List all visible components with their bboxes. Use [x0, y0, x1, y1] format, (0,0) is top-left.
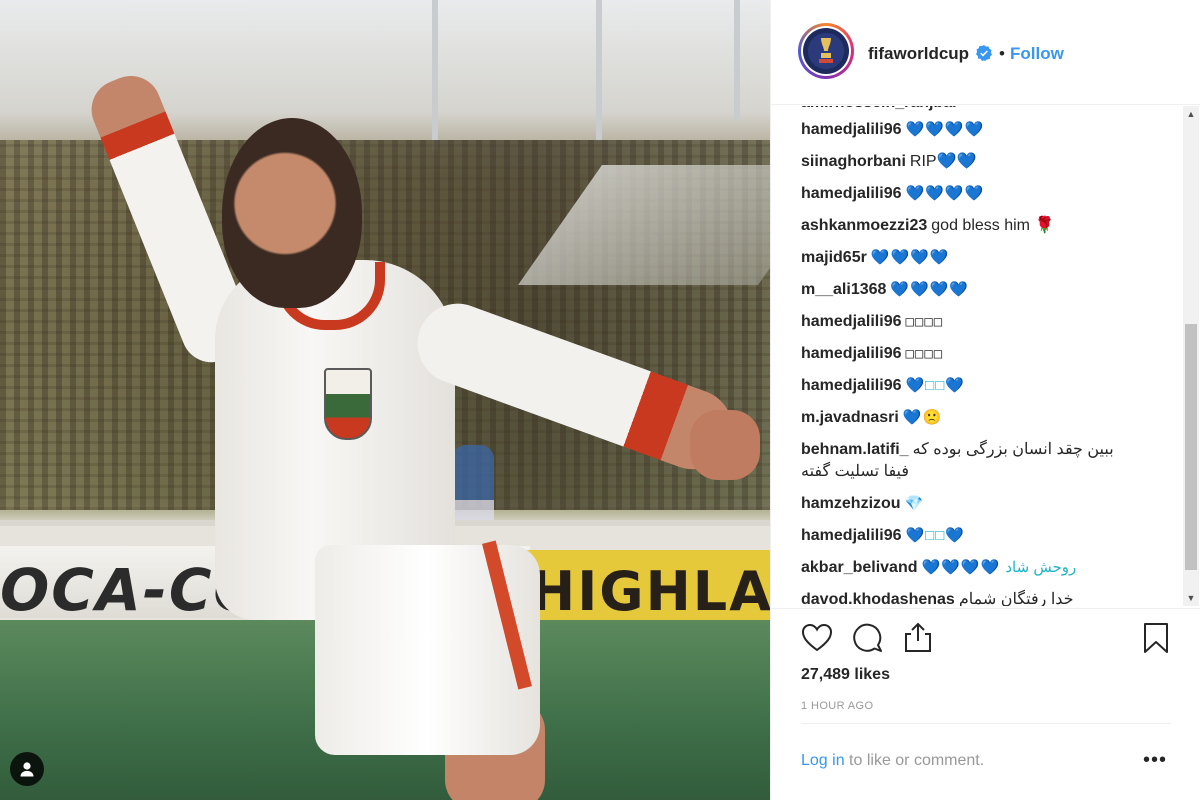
login-link[interactable]: Log in [801, 752, 845, 769]
comment-username[interactable]: akbar_belivand [801, 559, 918, 576]
login-prompt: Log in to like or comment. ••• [801, 723, 1171, 801]
world-cup-logo [803, 28, 849, 74]
verified-badge-icon [976, 45, 992, 61]
share-icon[interactable] [901, 621, 935, 655]
comment-username[interactable]: davod.khodashenas [801, 591, 955, 606]
comment-text: 💙💙💙💙 [890, 281, 970, 298]
comment-item: hamedjalili96 💙💙💙💙 [801, 119, 984, 141]
account-username[interactable]: fifaworldcup [868, 44, 969, 64]
follow-button[interactable]: Follow [1010, 44, 1064, 64]
comment-item: hamedjalili96 💙□□💙 [801, 525, 965, 547]
comment-username[interactable]: hamedjalili96 [801, 313, 902, 330]
scroll-up-arrow-icon[interactable]: ▲ [1183, 106, 1199, 122]
header-separator: • [999, 44, 1005, 63]
comment-item: ashkanmoezzi23 god bless him 🌹 [801, 215, 1054, 237]
avatar-ring [801, 26, 851, 76]
comment-username[interactable]: ashkanmoezzi23 [801, 217, 927, 234]
comment-username[interactable]: hamedjalili96 [801, 527, 902, 544]
comment-username[interactable]: hamedjalili96 [801, 377, 902, 394]
login-rest-text: to like or comment. [844, 752, 985, 769]
comment-item: behnam.latifi_ ببین چقد انسان بزرگی بوده … [801, 439, 1131, 483]
jersey-crest [324, 368, 372, 440]
comment-item: hamedjalili96 □□□□ [801, 343, 943, 365]
comment-text: 💙💙💙💙 روحش شاد [921, 559, 1077, 576]
comment-item: akbar_belivand 💙💙💙💙 روحش شاد [801, 557, 1076, 579]
post-actions [771, 608, 1200, 669]
comment-username[interactable]: behnam.latifi_ [801, 441, 909, 458]
comment-text: 💙🙁 [902, 409, 943, 426]
comment-username[interactable]: m__ali1368 [801, 281, 886, 298]
comment-item: hamedjalili96 💙💙💙💙 [801, 183, 984, 205]
more-options-icon[interactable]: ••• [1143, 749, 1167, 772]
comment-text: 💙□□💙 [905, 377, 965, 394]
comment-username[interactable]: hamedjalili96 [801, 121, 902, 138]
light-pole [734, 0, 740, 120]
comment-text: خدا رفتگان شمام [958, 591, 1074, 606]
comment-item: hamedjalili96 □□□□ [801, 311, 943, 333]
comment-username[interactable]: amirhossein_ranjbar [801, 106, 958, 111]
comment-text: RIP💙💙 [909, 153, 977, 170]
light-pole [596, 0, 602, 140]
comment-text: 💙💙💙💙 [870, 249, 950, 266]
comment-item: davod.khodashenas خدا رفتگان شمام [801, 589, 1074, 606]
bookmark-icon[interactable] [1139, 621, 1173, 655]
comment-username[interactable]: hamedjalili96 [801, 345, 902, 362]
ad-text-right: HIGHLA [530, 560, 770, 623]
user-tag-icon[interactable] [10, 752, 44, 786]
comment-item: siinaghorbani RIP💙💙 [801, 151, 976, 173]
scrollbar-thumb[interactable] [1185, 324, 1197, 570]
comment-text: god bless him 🌹 [931, 217, 1055, 234]
scroll-down-arrow-icon[interactable]: ▼ [1183, 590, 1199, 606]
comment-username[interactable]: m.javadnasri [801, 409, 899, 426]
comment-username[interactable]: hamedjalili96 [801, 185, 902, 202]
comments-scrollbar[interactable]: ▲ ▼ [1183, 106, 1199, 606]
player-hand [690, 410, 760, 480]
comment-username[interactable]: majid65r [801, 249, 867, 266]
instagram-post: OCA-CO HIGHLA fifaworldcup • Follow hame… [0, 0, 1200, 800]
comment-item: m__ali1368 💙💙💙💙 [801, 279, 969, 301]
comment-item: m.javadnasri 💙🙁 [801, 407, 942, 429]
comment-text: 💎 [904, 495, 924, 512]
post-photo[interactable]: OCA-CO HIGHLA [0, 0, 770, 800]
post-sidebar: fifaworldcup • Follow amirhossein_ranjba… [770, 0, 1200, 800]
comment-item: hamzehzizou 💎 [801, 493, 923, 515]
comments-list[interactable]: amirhossein_ranjbar hamedjalili96💙💙💙💙 si… [771, 106, 1181, 606]
comment-item: majid65r 💙💙💙💙 [801, 247, 950, 269]
post-header: fifaworldcup • Follow [771, 0, 1200, 105]
post-timestamp: 1 HOUR AGO [801, 700, 874, 712]
player-shorts [315, 545, 540, 755]
comment-text: □□□□ [905, 314, 944, 330]
comment-text: 💙□□💙 [905, 527, 965, 544]
login-row: Log in to like or comment. [801, 752, 984, 770]
light-pole [432, 0, 438, 150]
comment-text: 💙💙💙💙 [905, 121, 985, 138]
comment-text: 💙💙💙💙 [905, 185, 985, 202]
comment-icon[interactable] [851, 621, 885, 655]
comment-item: hamedjalili96 💙□□💙 [801, 375, 965, 397]
heart-icon[interactable] [800, 621, 834, 655]
comment-item: amirhossein_ranjbar [801, 106, 962, 114]
player-head [222, 118, 362, 308]
account-avatar[interactable] [798, 23, 854, 79]
comment-text: □□□□ [905, 346, 944, 362]
comment-username[interactable]: siinaghorbani [801, 153, 906, 170]
comment-username[interactable]: hamzehzizou [801, 495, 901, 512]
likes-count[interactable]: 27,489 likes [801, 666, 890, 684]
